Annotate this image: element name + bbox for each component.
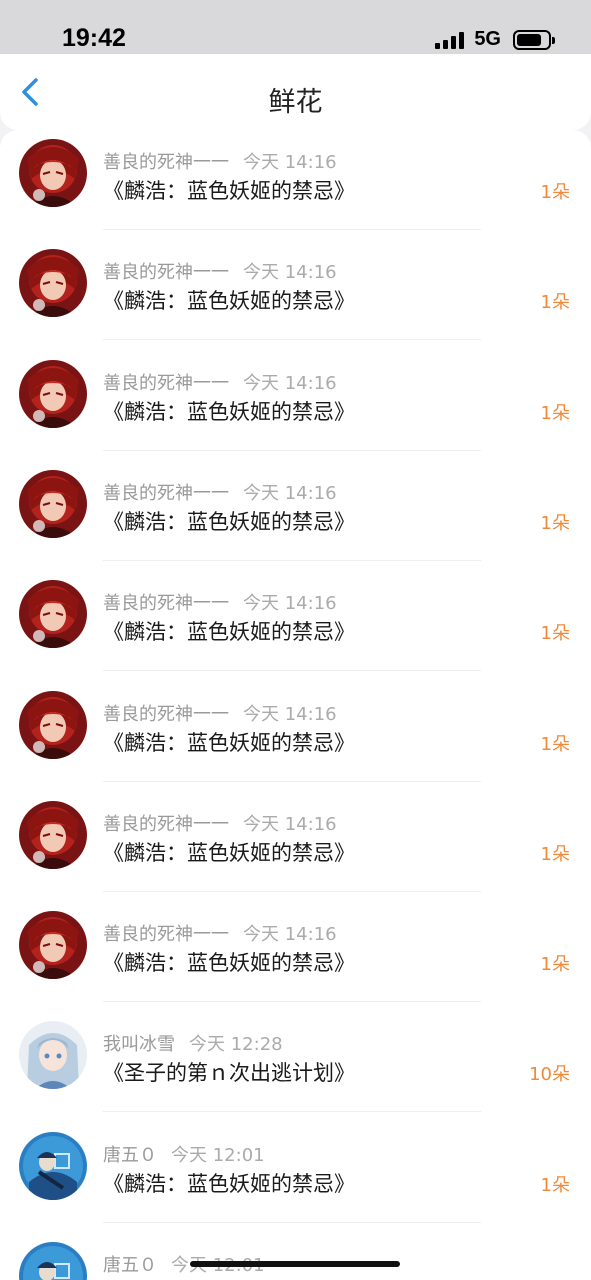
book-title[interactable]: 《麟浩：蓝色妖姬的禁忌》 (103, 837, 355, 867)
book-title[interactable]: 《麟浩：蓝色妖姬的禁忌》 (103, 506, 355, 536)
item-meta: 善良的死神一一 今天 14:16 (103, 369, 337, 395)
divider (103, 1111, 481, 1113)
flower-count: 1朵 (540, 512, 570, 534)
flower-count: 1朵 (540, 402, 570, 424)
timestamp: 今天 14:16 (243, 703, 337, 725)
item-meta: 善良的死神一一 今天 14:16 (103, 700, 337, 726)
flower-count: 1朵 (540, 954, 570, 976)
avatar[interactable] (19, 800, 87, 869)
user-name[interactable]: 唐五０ (103, 1255, 157, 1276)
avatar[interactable] (19, 690, 87, 759)
book-title[interactable]: 《麟浩：蓝色妖姬的禁忌》 (103, 285, 355, 315)
avatar[interactable] (19, 469, 87, 538)
network-type: 5G (474, 28, 501, 50)
user-name[interactable]: 我叫冰雪 (103, 1034, 175, 1055)
item-meta: 善良的死神一一 今天 14:16 (103, 920, 337, 946)
book-title[interactable]: 《麟浩：蓝色妖姬的禁忌》 (103, 1168, 355, 1198)
item-meta: 善良的死神一一 今天 14:16 (103, 589, 337, 615)
timestamp: 今天 14:16 (243, 593, 337, 615)
list-item[interactable]: 善良的死神一一 今天 14:16 《麟浩：蓝色妖姬的禁忌》 1朵 (0, 902, 591, 1012)
flower-count: 1朵 (540, 292, 570, 314)
status-icons: 5G (435, 28, 555, 51)
timestamp: 今天 14:16 (243, 262, 337, 284)
user-name[interactable]: 善良的死神一一 (103, 704, 229, 725)
divider (103, 339, 481, 341)
divider (103, 670, 481, 672)
avatar[interactable] (19, 1242, 87, 1280)
timestamp: 今天 14:16 (243, 924, 337, 946)
flower-count: 1朵 (540, 733, 570, 755)
divider (103, 449, 481, 451)
list-item[interactable]: 善良的死神一一 今天 14:16 《麟浩：蓝色妖姬的禁忌》 1朵 (0, 571, 591, 681)
list-item[interactable]: 唐五０今天 12:01 (0, 1233, 591, 1280)
avatar[interactable] (19, 1131, 87, 1200)
user-name[interactable]: 善良的死神一一 (103, 262, 229, 283)
user-name[interactable]: 善良的死神一一 (103, 373, 229, 394)
timestamp: 今天 14:16 (243, 152, 337, 173)
status-bar: 19:42 5G (0, 0, 591, 54)
status-time: 19:42 (62, 24, 126, 52)
timestamp: 今天 14:16 (243, 482, 337, 504)
avatar[interactable] (19, 359, 87, 428)
list-item[interactable]: 善良的死神一一 今天 14:16 《麟浩：蓝色妖姬的禁忌》 1朵 (0, 240, 591, 350)
item-meta: 唐五０ 今天 12:01 (103, 1141, 265, 1167)
flower-count: 1朵 (540, 843, 570, 865)
page-title: 鲜花 (268, 87, 323, 118)
avatar[interactable] (19, 1021, 87, 1090)
divider (103, 1001, 481, 1003)
user-name[interactable]: 善良的死神一一 (103, 593, 229, 614)
divider (103, 559, 481, 561)
nav-bar: 鲜花 (0, 54, 591, 130)
list-item[interactable]: 善良的死神一一 今天 14:16 《麟浩：蓝色妖姬的禁忌》 1朵 (0, 792, 591, 902)
book-title[interactable]: 《麟浩：蓝色妖姬的禁忌》 (103, 727, 355, 757)
user-name[interactable]: 善良的死神一一 (103, 924, 229, 945)
avatar[interactable] (19, 139, 87, 207)
user-name[interactable]: 唐五０ (103, 1145, 157, 1166)
signal-icon (435, 31, 465, 49)
divider (103, 1221, 481, 1223)
user-name[interactable]: 善良的死神一一 (103, 152, 229, 173)
divider (103, 229, 481, 230)
user-name[interactable]: 善良的死神一一 (103, 483, 229, 504)
item-meta: 善良的死神一一 今天 14:16 (103, 810, 337, 836)
item-meta: 我叫冰雪 今天 12:28 (103, 1030, 283, 1056)
list-item[interactable]: 善良的死神一一 今天 14:16 《麟浩：蓝色妖姬的禁忌》 1朵 (0, 461, 591, 571)
book-title[interactable]: 《麟浩：蓝色妖姬的禁忌》 (103, 175, 355, 205)
book-title[interactable]: 《麟浩：蓝色妖姬的禁忌》 (103, 616, 355, 646)
user-name[interactable]: 善良的死神一一 (103, 814, 229, 835)
list-item[interactable]: 我叫冰雪 今天 12:28 《圣子的第ｎ次出逃计划》 10朵 (0, 1012, 591, 1122)
book-title[interactable]: 《麟浩：蓝色妖姬的禁忌》 (103, 396, 355, 426)
home-indicator[interactable] (190, 1261, 400, 1267)
item-meta: 善良的死神一一 今天 14:16 (103, 479, 337, 505)
flower-count: 10朵 (529, 1064, 570, 1086)
item-meta: 善良的死神一一 今天 14:16 (103, 258, 337, 284)
timestamp: 今天 14:16 (243, 372, 337, 394)
timestamp: 今天 12:01 (171, 1144, 265, 1166)
timestamp: 今天 12:28 (189, 1034, 283, 1056)
list-item[interactable]: 唐五０ 今天 12:01 《麟浩：蓝色妖姬的禁忌》 1朵 (0, 1123, 591, 1233)
flower-count: 1朵 (540, 623, 570, 645)
flower-count: 1朵 (540, 182, 570, 203)
avatar[interactable] (19, 911, 87, 980)
flower-count: 1朵 (540, 1174, 570, 1196)
divider (103, 890, 481, 892)
book-title[interactable]: 《圣子的第ｎ次出逃计划》 (103, 1057, 355, 1087)
list-item[interactable]: 善良的死神一一 今天 14:16 《麟浩：蓝色妖姬的禁忌》 1朵 (0, 351, 591, 461)
divider (103, 780, 481, 782)
flower-list: 善良的死神一一 今天 14:16 《麟浩：蓝色妖姬的禁忌》 1朵 善良的死神一一 今天 1… (0, 130, 591, 1280)
battery-icon (513, 29, 555, 50)
avatar[interactable] (19, 580, 87, 649)
item-meta: 善良的死神一一 今天 14:16 (103, 148, 337, 174)
timestamp: 今天 14:16 (243, 813, 337, 835)
book-title[interactable]: 《麟浩：蓝色妖姬的禁忌》 (103, 947, 355, 977)
list-item[interactable]: 善良的死神一一 今天 14:16 《麟浩：蓝色妖姬的禁忌》 1朵 (0, 130, 591, 240)
avatar[interactable] (19, 249, 87, 318)
list-item[interactable]: 善良的死神一一 今天 14:16 《麟浩：蓝色妖姬的禁忌》 1朵 (0, 682, 591, 792)
